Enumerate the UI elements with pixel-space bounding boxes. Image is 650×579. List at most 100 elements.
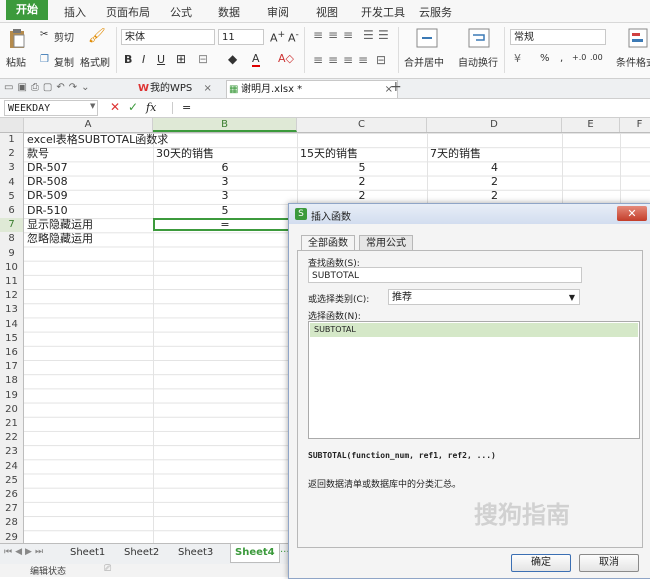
row-header-26[interactable]: 26 xyxy=(0,488,23,502)
quick-access-icons[interactable]: ▭▣⎙▢↶↷⌄ xyxy=(4,82,93,93)
cell-b4[interactable]: 3 xyxy=(153,175,297,189)
copy-button[interactable]: 复制 xyxy=(54,54,74,69)
tab-my-wps[interactable]: W 我的WPS × xyxy=(136,80,234,97)
copy-icon[interactable]: ❐ xyxy=(40,54,49,65)
close-icon[interactable]: × xyxy=(203,83,211,94)
row-header-18[interactable]: 18 xyxy=(0,374,23,388)
row-header-12[interactable]: 12 xyxy=(0,289,23,303)
row-header-3[interactable]: 3 xyxy=(0,161,23,175)
clear-format-icon[interactable]: A◇ xyxy=(278,52,294,65)
sheet-tab-2[interactable]: Sheet2 xyxy=(124,547,159,558)
cell-b2[interactable]: 30天的销售 xyxy=(156,147,214,161)
comma-button[interactable]: , xyxy=(560,53,563,64)
row-header-1[interactable]: 1 xyxy=(0,133,23,147)
sheet-tab-3[interactable]: Sheet3 xyxy=(178,547,213,558)
paste-label[interactable]: 粘贴 xyxy=(6,54,26,69)
format-painter-icon[interactable]: 🖌 xyxy=(88,28,106,44)
grow-font-icon[interactable]: A+ xyxy=(270,29,285,45)
column-header-b[interactable]: B xyxy=(153,118,297,132)
row-header-11[interactable]: 11 xyxy=(0,275,23,289)
cell-a2[interactable]: 款号 xyxy=(27,147,49,161)
row-header-27[interactable]: 27 xyxy=(0,502,23,516)
indent-icon[interactable]: ☰ xyxy=(363,28,374,42)
row-header-6[interactable]: 6 xyxy=(0,204,23,218)
row-header-10[interactable]: 10 xyxy=(0,261,23,275)
cell-b6[interactable]: 5 xyxy=(153,204,297,218)
menu-tab-home[interactable]: 开始 xyxy=(6,0,48,20)
paste-icon[interactable] xyxy=(6,28,28,50)
cut-icon[interactable]: ✂ xyxy=(40,29,48,40)
chevron-down-icon[interactable]: ▼ xyxy=(90,102,95,110)
cell-a3[interactable]: DR-507 xyxy=(27,161,68,175)
cell-c3[interactable]: 5 xyxy=(297,161,427,175)
row-header-8[interactable]: 8 xyxy=(0,232,23,246)
format-painter-button[interactable]: 格式刷 xyxy=(80,54,110,69)
column-header-e[interactable]: E xyxy=(562,118,620,132)
wrap-text-icon[interactable] xyxy=(468,28,490,48)
row-header-4[interactable]: 4 xyxy=(0,176,23,190)
cell-c2[interactable]: 15天的销售 xyxy=(300,147,358,161)
row-header-23[interactable]: 23 xyxy=(0,445,23,459)
column-header-d[interactable]: D xyxy=(427,118,562,132)
function-list[interactable]: SUBTOTAL xyxy=(308,321,640,439)
currency-icon[interactable]: ¥ xyxy=(514,52,521,65)
row-header-5[interactable]: 5 xyxy=(0,190,23,204)
cell-a7[interactable]: 显示隐藏运用 xyxy=(27,218,93,232)
cell-c4[interactable]: 2 xyxy=(297,175,427,189)
justify-icon[interactable]: ≡ xyxy=(358,53,368,67)
menu-tab-cloud[interactable]: 云服务 xyxy=(419,4,452,20)
name-box[interactable]: WEEKDAY xyxy=(4,100,98,116)
font-name-select[interactable]: 宋体 xyxy=(121,29,215,45)
row-header-20[interactable]: 20 xyxy=(0,403,23,417)
column-header-a[interactable]: A xyxy=(24,118,153,132)
row-header-14[interactable]: 14 xyxy=(0,318,23,332)
row-header-28[interactable]: 28 xyxy=(0,516,23,530)
row-header-16[interactable]: 16 xyxy=(0,346,23,360)
menu-tab-page-layout[interactable]: 页面布局 xyxy=(106,4,150,20)
font-color-icon[interactable]: A xyxy=(252,52,260,67)
row-header-21[interactable]: 21 xyxy=(0,417,23,431)
menu-tab-insert[interactable]: 插入 xyxy=(64,4,86,20)
menu-tab-developer[interactable]: 开发工具 xyxy=(361,4,405,20)
outdent-icon[interactable]: ☰ xyxy=(378,28,389,42)
search-input[interactable]: SUBTOTAL xyxy=(308,267,582,283)
cancel-edit-icon[interactable]: ✕ xyxy=(110,100,120,114)
column-header-c[interactable]: C xyxy=(297,118,427,132)
row-header-2[interactable]: 2 xyxy=(0,147,23,161)
row-header-9[interactable]: 9 xyxy=(0,247,23,261)
dialog-title-bar[interactable]: S 插入函数 ✕ xyxy=(289,204,650,224)
tab-all-functions[interactable]: 全部函数 xyxy=(301,235,355,251)
cell-a1[interactable]: excel表格SUBTOTAL函数求 xyxy=(27,133,168,147)
sheet-tab-4[interactable]: Sheet4 xyxy=(230,544,280,563)
new-tab-icon[interactable]: + xyxy=(390,79,402,95)
sheet-tab-1[interactable]: Sheet1 xyxy=(70,547,105,558)
bold-icon[interactable]: B xyxy=(124,53,132,66)
row-header-25[interactable]: 25 xyxy=(0,474,23,488)
row-header-7[interactable]: 7 xyxy=(0,218,23,233)
decrease-decimal-icon[interactable]: .00 xyxy=(590,53,603,62)
menu-tab-formulas[interactable]: 公式 xyxy=(170,4,192,20)
conditional-format-button[interactable]: 条件格式 xyxy=(616,54,650,69)
category-select[interactable]: 推荐 ▼ xyxy=(388,289,580,305)
percent-button[interactable]: % xyxy=(540,53,550,64)
menu-tab-review[interactable]: 审阅 xyxy=(267,4,289,20)
align-right-icon[interactable]: ≡ xyxy=(343,53,353,67)
row-header-13[interactable]: 13 xyxy=(0,303,23,317)
align-left-icon[interactable]: ≡ xyxy=(313,53,323,67)
cell-c5[interactable]: 2 xyxy=(297,189,427,203)
row-header-24[interactable]: 24 xyxy=(0,460,23,474)
font-size-select[interactable]: 11 xyxy=(218,29,264,45)
conditional-format-icon[interactable] xyxy=(628,28,650,48)
menu-tab-data[interactable]: 数据 xyxy=(218,4,240,20)
formula-input[interactable]: = xyxy=(182,101,191,114)
cell-a5[interactable]: DR-509 xyxy=(27,189,68,203)
wrap-text-button[interactable]: 自动换行 xyxy=(458,54,498,69)
tab-common-formulas[interactable]: 常用公式 xyxy=(359,235,413,251)
cell-d5[interactable]: 2 xyxy=(427,189,562,203)
insert-function-button[interactable]: fx xyxy=(146,101,156,114)
cell-b3[interactable]: 6 xyxy=(153,161,297,175)
column-header-f[interactable]: F xyxy=(620,118,650,132)
cell-a8[interactable]: 忽略隐藏运用 xyxy=(27,232,93,246)
cell-a6[interactable]: DR-510 xyxy=(27,204,68,218)
row-header-17[interactable]: 17 xyxy=(0,360,23,374)
